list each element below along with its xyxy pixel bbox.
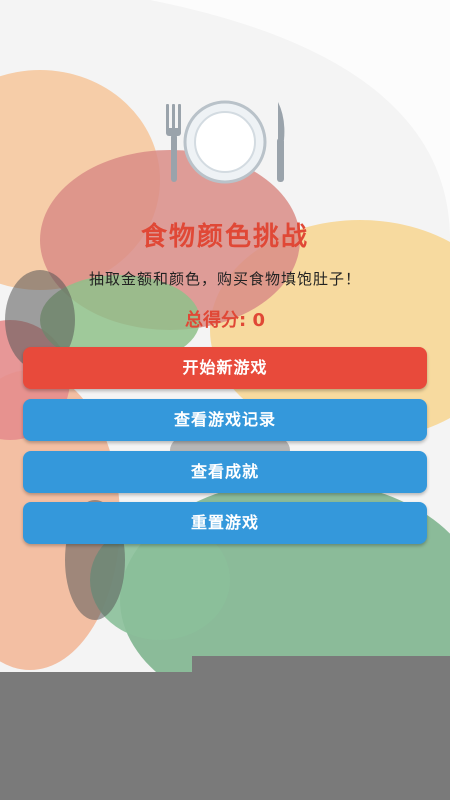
reset-game-button[interactable]: 重置游戏 (23, 502, 427, 544)
total-score: 总得分: 0 (185, 310, 265, 331)
view-achievements-button[interactable]: 查看成就 (23, 451, 427, 493)
view-game-records-button[interactable]: 查看游戏记录 (23, 399, 427, 441)
start-new-game-button[interactable]: 开始新游戏 (23, 347, 427, 389)
app-screen: 食物颜色挑战 抽取金额和颜色，购买食物填饱肚子！ 总得分: 0 开始新游戏 查看… (0, 0, 450, 800)
plate-fork-knife-icon (166, 100, 285, 184)
page-title: 食物颜色挑战 (140, 222, 309, 252)
page-subtitle: 抽取金额和颜色，购买食物填饱肚子！ (88, 270, 361, 288)
bottom-blank-area (0, 672, 450, 800)
